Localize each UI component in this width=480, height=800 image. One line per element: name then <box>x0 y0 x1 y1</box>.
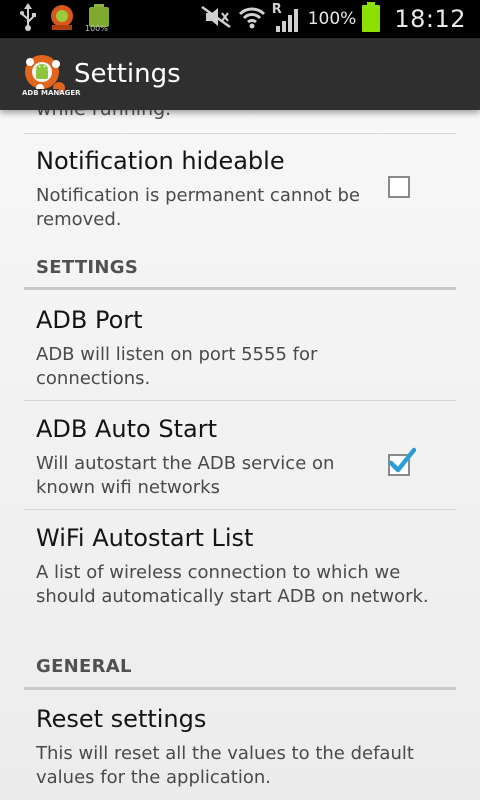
notification-icons: 100% <box>18 3 112 35</box>
usb-icon <box>18 3 38 35</box>
status-bar: 100% R 100% 18:12 <box>0 0 480 38</box>
section-header-general: GENERAL <box>36 656 132 677</box>
cutoff-summary: while running. <box>36 110 171 120</box>
wifi-icon <box>238 5 266 33</box>
page-title: Settings <box>74 59 181 89</box>
checkmark-icon <box>388 447 416 473</box>
pref-adb-port[interactable]: ADB Port ADB will listen on port 5555 fo… <box>0 292 480 400</box>
action-bar: ADB MANAGER Settings <box>0 38 480 110</box>
battery-percent: 100% <box>307 9 357 29</box>
pref-summary: ADB will listen on port 5555 for connect… <box>36 344 318 389</box>
battery-full-notification-icon: 100% <box>85 4 112 34</box>
pref-title: Notification hideable <box>36 147 285 175</box>
pref-reset-settings[interactable]: Reset settings This will reset all the v… <box>0 692 480 800</box>
notification-hideable-checkbox[interactable] <box>388 176 410 198</box>
pref-title: WiFi Autostart List <box>36 524 254 552</box>
pref-wifi-autostart-list[interactable]: WiFi Autostart List A list of wireless c… <box>0 510 480 640</box>
section-header-settings: SETTINGS <box>36 257 139 278</box>
app-logo-text: ADB MANAGER <box>22 89 81 97</box>
pref-summary: Notification is permanent cannot be remo… <box>36 185 360 230</box>
pref-adb-auto-start[interactable]: ADB Auto Start Will autostart the ADB se… <box>0 401 480 509</box>
pref-title: ADB Auto Start <box>36 415 217 443</box>
clock: 18:12 <box>394 5 466 33</box>
section-divider <box>24 687 456 690</box>
pref-notification-hideable[interactable]: Notification hideable Notification is pe… <box>0 134 480 254</box>
pref-title: Reset settings <box>36 705 207 733</box>
app-logo[interactable]: ADB MANAGER <box>20 50 81 100</box>
pref-summary: Will autostart the ADB service on known … <box>36 453 335 498</box>
pref-summary: A list of wireless connection to which w… <box>36 562 429 607</box>
preferences-list[interactable]: while running. Notification hideable Not… <box>0 110 480 800</box>
status-icons: R 100% 18:12 <box>200 0 466 38</box>
mute-icon <box>200 5 232 33</box>
pref-summary: This will reset all the values to the de… <box>36 743 414 788</box>
battery-notification-text: 100% <box>85 24 108 33</box>
adb-auto-start-checkbox[interactable] <box>388 447 416 476</box>
battery-icon <box>362 2 381 36</box>
pref-title: ADB Port <box>36 306 143 334</box>
roaming-indicator: R <box>271 2 282 17</box>
signal-icon: R <box>271 2 302 34</box>
section-divider <box>24 287 456 290</box>
adb-manager-notification-icon <box>48 3 76 35</box>
